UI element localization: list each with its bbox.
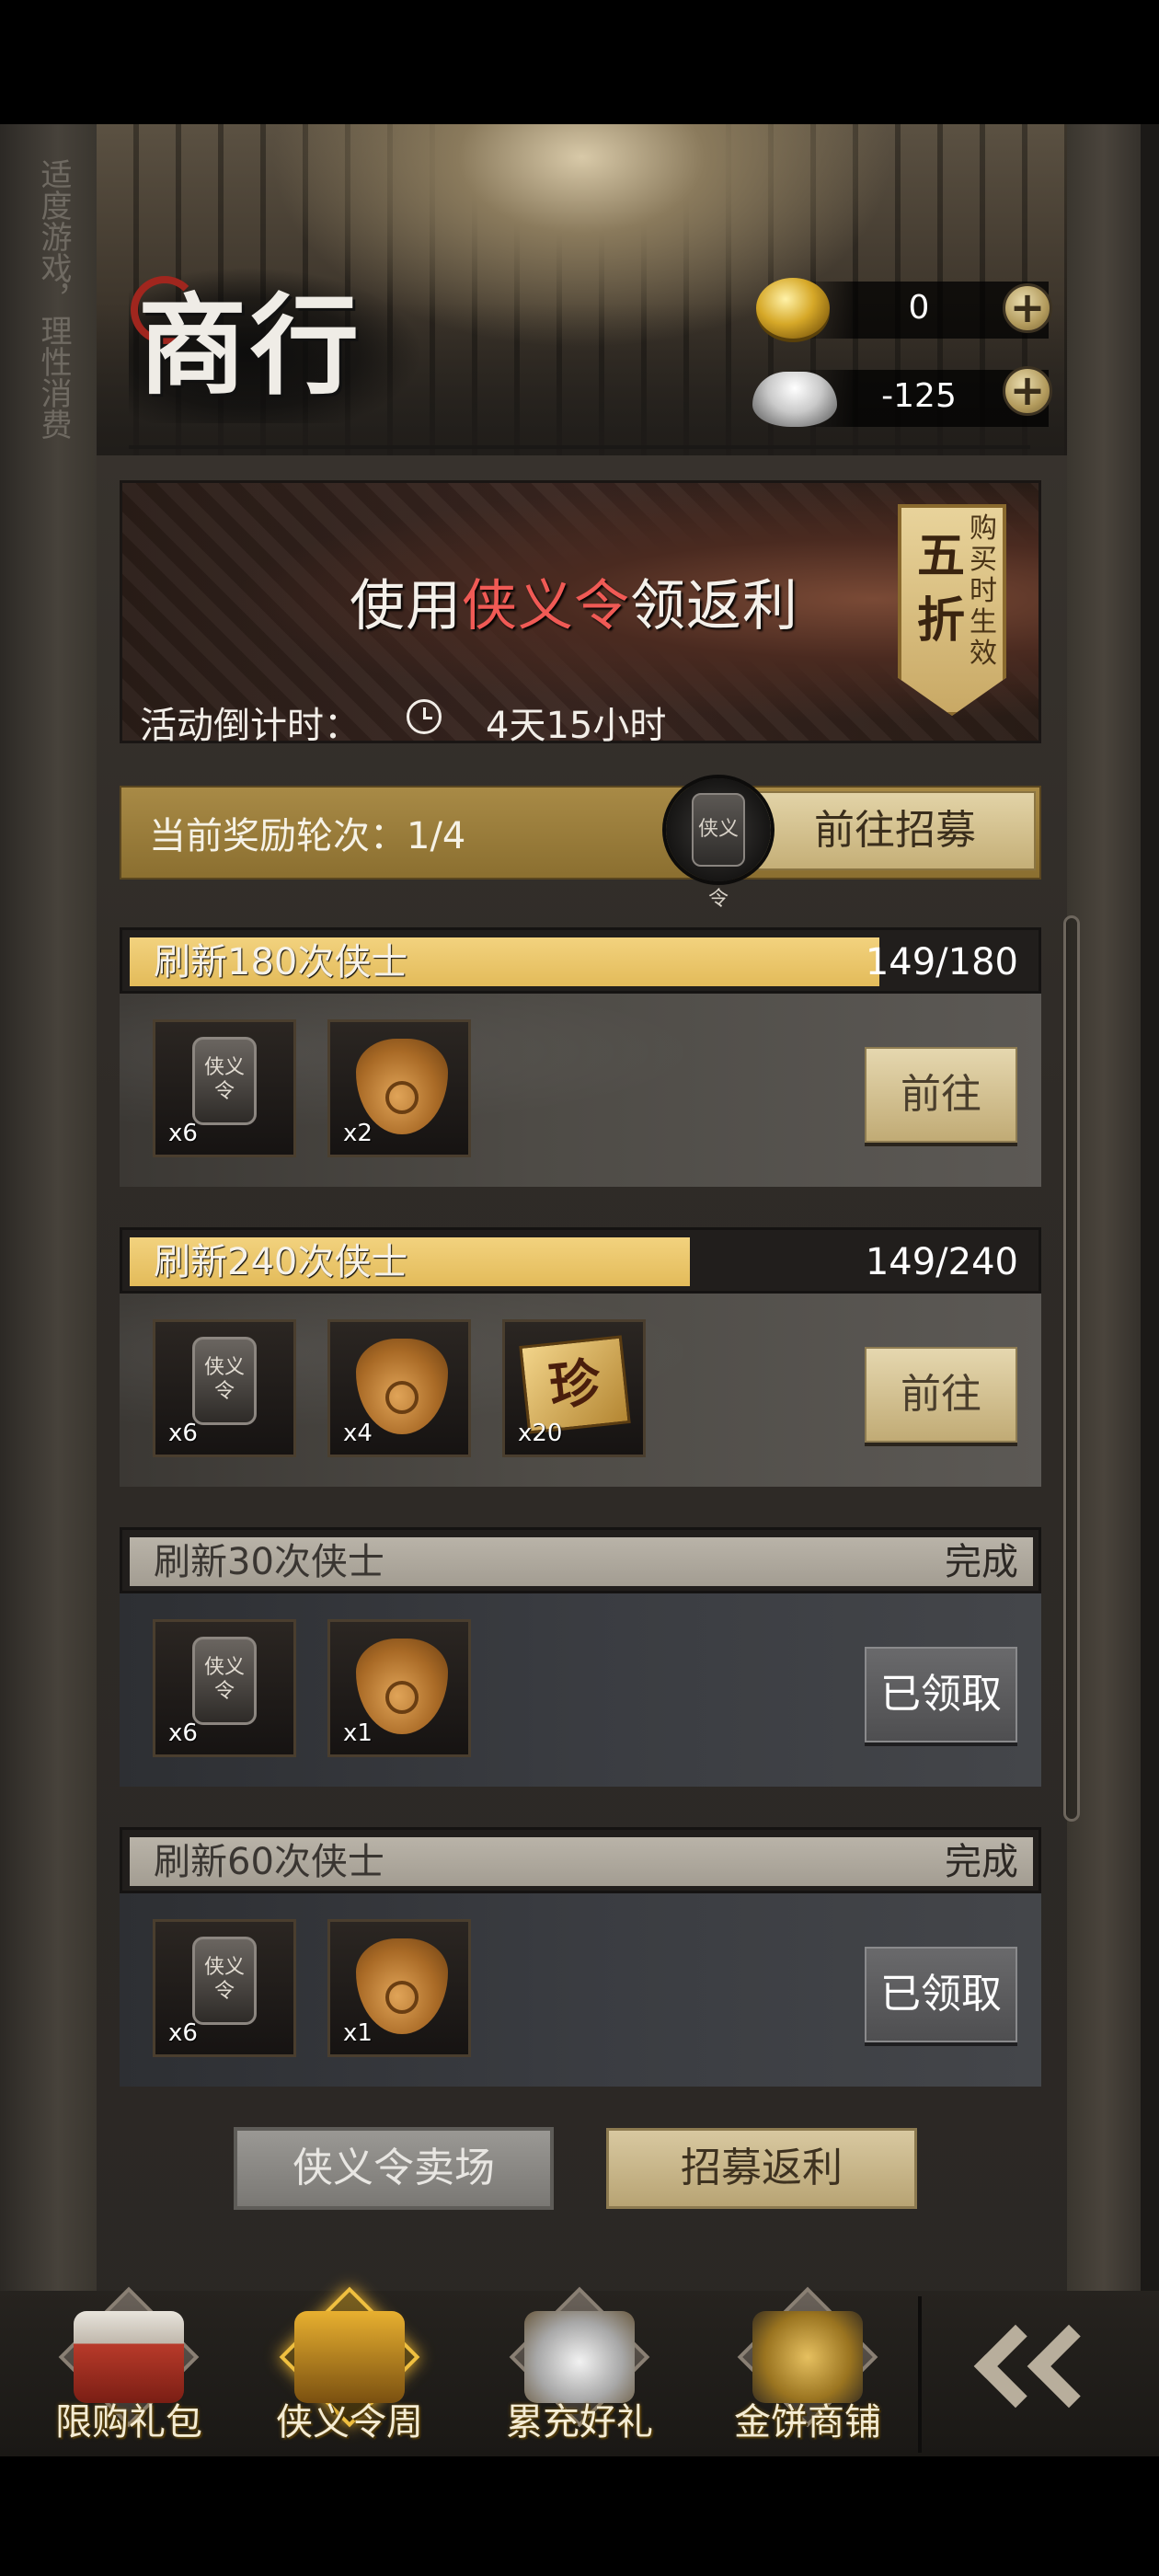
task-header: 刷新180次侠士 149/180 (120, 927, 1041, 994)
reward-count: x6 (168, 1120, 198, 1147)
go-button[interactable]: 前往 (865, 1047, 1017, 1143)
xiayi-token-icon: 侠义令 (192, 1937, 257, 2025)
nav-item-1[interactable]: 限购礼包 (18, 2286, 239, 2455)
reward-item-token[interactable]: 侠义令 x6 (153, 1019, 296, 1157)
task-title: 刷新60次侠士 (154, 1841, 384, 1883)
collapse-nav-button[interactable] (920, 2293, 1141, 2455)
task-progress-text: 完成 (945, 1541, 1018, 1583)
banner-headline: 使用侠义令领返利 (350, 561, 798, 641)
nav-label: 侠义令周 (276, 2401, 423, 2444)
add-gold-button[interactable]: + (1003, 283, 1052, 333)
task-header: 刷新30次侠士 完成 (120, 1527, 1041, 1593)
xiayi-token-icon: 侠义令 (192, 1637, 257, 1725)
nav-label: 累充好礼 (506, 2401, 653, 2444)
gold-currency-value: 0 (908, 289, 930, 327)
task-title: 刷新180次侠士 (154, 941, 408, 983)
reward-count: x6 (168, 2019, 198, 2047)
nav-item-4[interactable]: 金饼商铺 (697, 2286, 918, 2455)
reward-item-token[interactable]: 侠义令 x6 (153, 1619, 296, 1757)
go-recruit-button[interactable]: 前往招募 (754, 791, 1036, 870)
task-reward-row: 侠义令 x6 x4 珍 x20 前往 (120, 1294, 1041, 1487)
chevron-left-icon (1027, 2324, 1111, 2409)
task-list-scrollbar[interactable] (1063, 915, 1080, 1822)
reward-count: x6 (168, 1719, 198, 1747)
reward-item-bag[interactable]: x2 (327, 1019, 471, 1157)
discount-note: 购买时生效 (970, 512, 997, 670)
discount-text: 五折 (916, 528, 965, 649)
page-title: 商行 (138, 282, 363, 409)
reward-item-bag[interactable]: x4 (327, 1319, 471, 1457)
tab-token-market[interactable]: 侠义令卖场 (237, 2131, 550, 2206)
task-header: 刷新240次侠士 149/240 (120, 1227, 1041, 1294)
gold-coin-icon (756, 278, 830, 339)
silver-ingot-icon (752, 372, 837, 427)
reward-item-token[interactable]: 侠义令 x6 (153, 1319, 296, 1457)
headline-post: 领返利 (630, 574, 798, 638)
xiayi-token-icon: 侠义令 (192, 1337, 257, 1425)
health-advice-text: 适度游戏，理性消费 (35, 158, 72, 440)
reward-item-bag[interactable]: x1 (327, 1619, 471, 1757)
task-header: 刷新60次侠士 完成 (120, 1827, 1041, 1893)
clock-icon (407, 699, 442, 734)
task-progress-text: 完成 (945, 1841, 1018, 1883)
task-progress-text: 149/180 (865, 941, 1018, 983)
task-reward-row: 侠义令 x6 x2 前往 (120, 994, 1041, 1187)
left-frame-border (0, 124, 97, 2295)
task-title: 刷新30次侠士 (154, 1541, 384, 1583)
reward-item-token[interactable]: 侠义令 x6 (153, 1919, 296, 2057)
reward-count: x20 (518, 1420, 563, 1447)
task-progress-text: 149/240 (865, 1241, 1018, 1283)
add-silver-button[interactable]: + (1003, 366, 1052, 416)
go-button[interactable]: 前往 (865, 1347, 1017, 1443)
header-divider (129, 445, 1030, 449)
ingot-bowl-icon (524, 2311, 635, 2403)
nav-item-3[interactable]: 累充好礼 (469, 2286, 690, 2455)
nav-label: 金饼商铺 (734, 2401, 881, 2444)
reward-count: x6 (168, 1420, 198, 1447)
nav-item-2[interactable]: 侠义令周 (239, 2286, 460, 2455)
countdown-label: 活动倒计时： (140, 705, 361, 747)
reward-item-bag[interactable]: x1 (327, 1919, 471, 2057)
claimed-button[interactable]: 已领取 (865, 1647, 1017, 1742)
task-reward-row: 侠义令 x6 x1 已领取 (120, 1593, 1041, 1787)
tab-recruit-rebate[interactable]: 招募返利 (609, 2131, 914, 2206)
gift-box-icon (74, 2311, 184, 2403)
token-week-icon (294, 2311, 405, 2403)
reward-count: x2 (343, 1120, 373, 1147)
countdown-value: 4天15小时 (486, 705, 667, 747)
xiayi-token-icon: 侠义令 (192, 1037, 257, 1125)
claimed-button[interactable]: 已领取 (865, 1947, 1017, 2042)
status-bar-area (0, 0, 1159, 124)
token-badge-text: 侠义令 (692, 793, 745, 911)
headline-pre: 使用 (350, 574, 462, 638)
task-title: 刷新240次侠士 (154, 1241, 408, 1283)
reward-count: x1 (343, 2019, 373, 2047)
gold-cake-icon (752, 2311, 863, 2403)
reward-count: x4 (343, 1420, 373, 1447)
bottom-black-strip (0, 2456, 1159, 2576)
reward-item-zhen[interactable]: 珍 x20 (502, 1319, 646, 1457)
right-frame-edge (1141, 124, 1159, 2295)
headline-highlight: 侠义令 (462, 574, 630, 638)
silver-currency-value: -125 (881, 377, 957, 415)
task-reward-row: 侠义令 x6 x1 已领取 (120, 1893, 1041, 2087)
nav-label: 限购礼包 (55, 2401, 202, 2444)
reward-round-label: 当前奖励轮次：1/4 (149, 815, 466, 857)
reward-count: x1 (343, 1719, 373, 1747)
